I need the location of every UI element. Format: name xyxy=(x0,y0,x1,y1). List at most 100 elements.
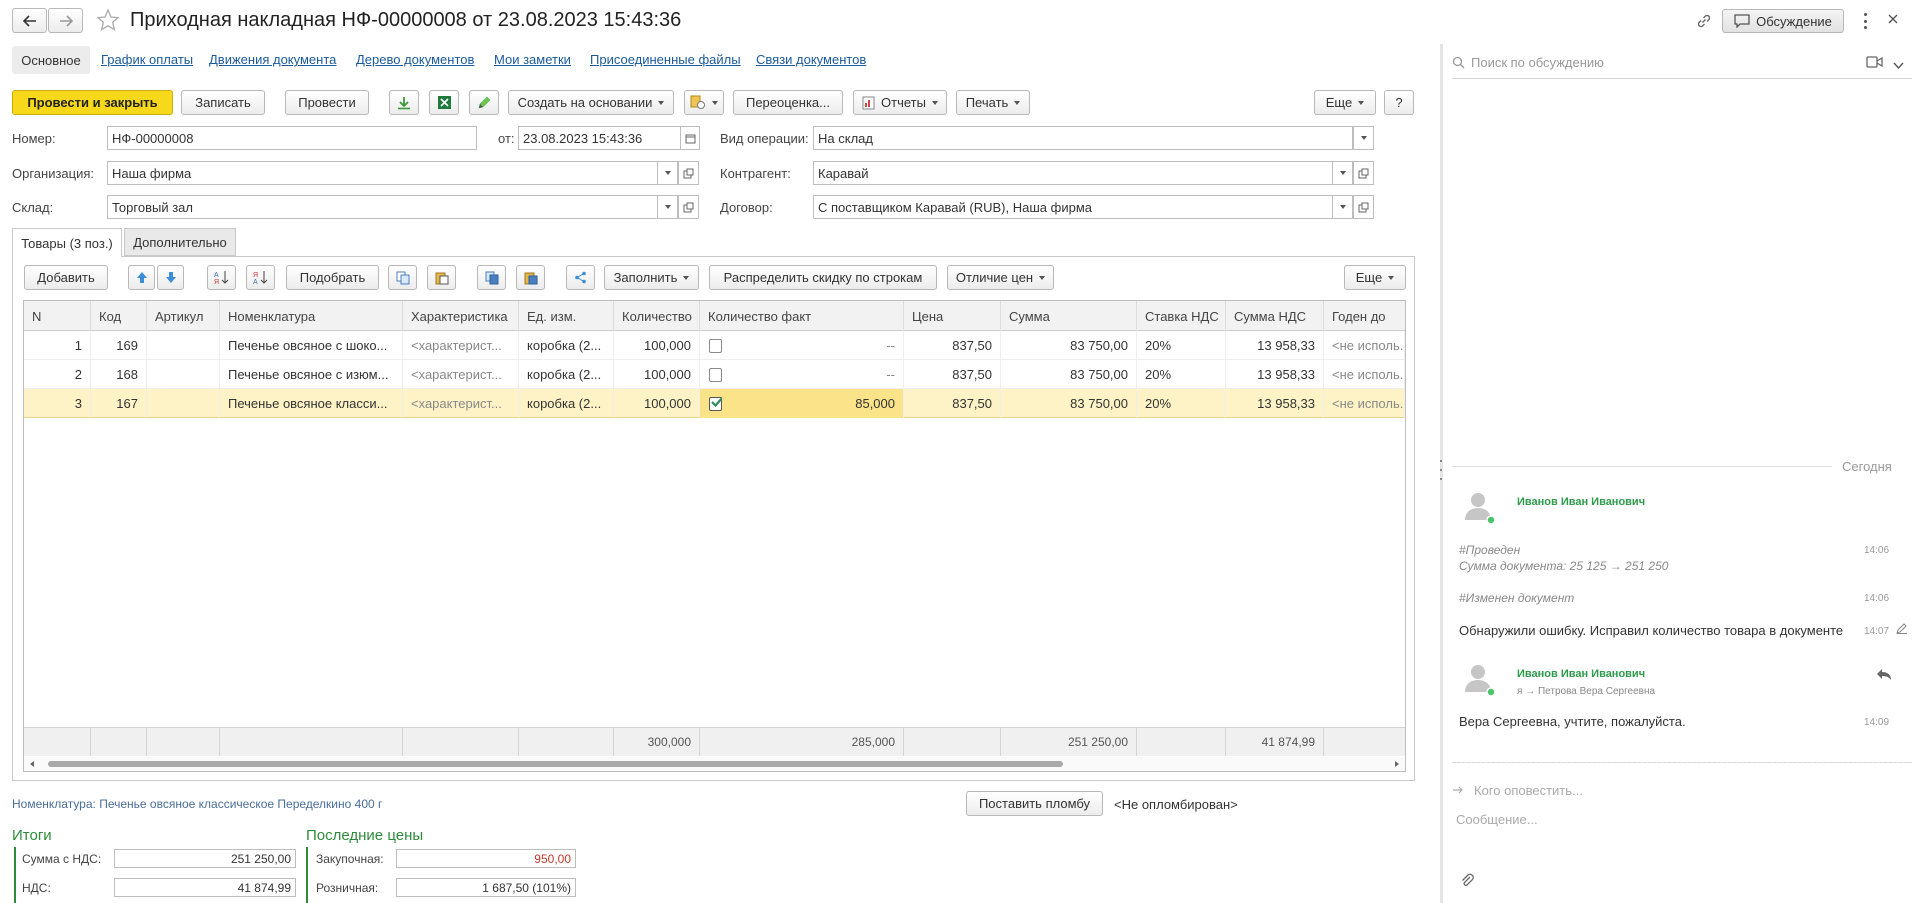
copy-icon xyxy=(396,271,409,284)
counterparty-open-button[interactable] xyxy=(1353,161,1374,185)
back-button[interactable] xyxy=(12,8,47,33)
col-header-expiry[interactable]: Годен до xyxy=(1324,301,1405,331)
fact-checkbox[interactable] xyxy=(709,338,722,353)
chevron-down-icon[interactable] xyxy=(1893,58,1904,73)
close-icon[interactable] xyxy=(1887,13,1899,28)
structure-button[interactable] xyxy=(684,90,724,115)
copy-button[interactable] xyxy=(388,265,417,290)
horizontal-scrollbar[interactable] xyxy=(24,757,1405,771)
print-button[interactable]: Печать xyxy=(956,90,1030,115)
post-button[interactable]: Провести xyxy=(285,90,369,115)
distribute-discount-button[interactable]: Распределить скидку по строкам xyxy=(709,265,937,290)
col-header-quantity[interactable]: Количество xyxy=(614,301,700,331)
warehouse-field[interactable]: Торговый зал xyxy=(107,195,659,219)
operation-dropdown-button[interactable] xyxy=(1353,126,1374,150)
col-header-sum[interactable]: Сумма xyxy=(1001,301,1137,331)
copy-rows-button[interactable] xyxy=(477,265,506,290)
reports-button[interactable]: Отчеты xyxy=(853,90,947,115)
discussion-search[interactable]: Поиск по обсуждению xyxy=(1452,52,1882,72)
cell-quantity-fact[interactable]: 85,000 xyxy=(722,389,904,418)
pick-button[interactable]: Подобрать xyxy=(286,265,379,290)
message-tag: #Изменен документ xyxy=(1459,591,1575,605)
message-author[interactable]: Иванов Иван Иванович xyxy=(1517,496,1645,508)
counterparty-dropdown-button[interactable] xyxy=(1332,161,1353,185)
message-input[interactable]: Сообщение... xyxy=(1456,812,1886,832)
fact-checkbox[interactable] xyxy=(709,367,722,382)
tab-document-movements[interactable]: Движения документа xyxy=(209,52,336,67)
fact-checkbox-checked[interactable] xyxy=(709,395,722,411)
message-author[interactable]: Иванов Иван Иванович xyxy=(1517,668,1645,680)
contract-open-button[interactable] xyxy=(1353,195,1374,219)
link-icon[interactable] xyxy=(1695,12,1713,33)
more-button[interactable]: Еще xyxy=(1314,90,1376,115)
counterparty-field[interactable]: Каравай xyxy=(813,161,1333,185)
org-field[interactable]: Наша фирма xyxy=(107,161,659,185)
create-based-on-button[interactable]: Создать на основании xyxy=(508,90,674,115)
date-field[interactable]: 23.08.2023 15:43:36 xyxy=(518,126,682,150)
col-header-article[interactable]: Артикул xyxy=(147,301,220,331)
move-up-button[interactable] xyxy=(128,265,155,290)
sort-asc-button[interactable]: AЯ xyxy=(207,265,236,290)
paste-button[interactable] xyxy=(427,265,456,290)
warehouse-dropdown-button[interactable] xyxy=(657,195,678,219)
tab-goods[interactable]: Товары (3 поз.) xyxy=(12,228,122,257)
help-button[interactable]: ? xyxy=(1384,90,1414,115)
download-button[interactable] xyxy=(389,90,419,115)
col-header-code[interactable]: Код xyxy=(91,301,147,331)
calendar-button[interactable] xyxy=(680,126,700,150)
col-header-nomenclature[interactable]: Номенклатура xyxy=(220,301,403,331)
save-button[interactable]: Записать xyxy=(181,90,265,115)
col-header-characteristic[interactable]: Характеристика xyxy=(403,301,519,331)
contract-field[interactable]: С поставщиком Каравай (RUB), Наша фирма xyxy=(813,195,1333,219)
col-header-price[interactable]: Цена xyxy=(904,301,1001,331)
edit-message-icon[interactable] xyxy=(1896,622,1908,637)
warehouse-open-button[interactable] xyxy=(678,195,699,219)
cell-vat-sum: 13 958,33 xyxy=(1226,389,1324,418)
video-call-icon[interactable] xyxy=(1866,56,1883,71)
nomenclature-info[interactable]: Номенклатура: Печенье овсяное классическ… xyxy=(12,797,382,811)
tab-additional[interactable]: Дополнительно xyxy=(124,228,236,256)
fill-button[interactable]: Заполнить xyxy=(604,265,699,290)
move-down-button[interactable] xyxy=(157,265,184,290)
sort-desc-button[interactable]: ЯA xyxy=(246,265,275,290)
post-and-close-button[interactable]: Провести и закрыть xyxy=(12,90,173,115)
contract-dropdown-button[interactable] xyxy=(1332,195,1353,219)
revaluation-button[interactable]: Переоценка... xyxy=(733,90,843,115)
org-open-button[interactable] xyxy=(678,161,699,185)
number-field[interactable]: НФ-00000008 xyxy=(107,126,477,150)
col-header-unit[interactable]: Ед. изм. xyxy=(519,301,614,331)
reply-icon[interactable] xyxy=(1876,668,1892,684)
panel-resize-handle[interactable] xyxy=(1438,460,1444,480)
notify-field[interactable]: Кого оповестить... xyxy=(1452,780,1882,800)
tab-payment-schedule[interactable]: График оплаты xyxy=(101,52,193,67)
cell-fact-checkbox-wrap xyxy=(700,360,722,389)
share-button[interactable] xyxy=(566,265,595,290)
col-header-quantity-fact[interactable]: Количество факт xyxy=(700,301,904,331)
scroll-thumb[interactable] xyxy=(48,761,1063,767)
tab-my-notes[interactable]: Мои заметки xyxy=(494,52,571,67)
discussion-button[interactable]: Обсуждение xyxy=(1722,9,1844,33)
create-based-on-label: Создать на основании xyxy=(517,95,653,110)
tab-document-links[interactable]: Связи документов xyxy=(756,52,866,67)
tab-document-tree[interactable]: Дерево документов xyxy=(356,52,474,67)
more-vertical-icon[interactable] xyxy=(1862,13,1868,29)
tab-attached-files[interactable]: Присоединенные файлы xyxy=(590,52,741,67)
org-dropdown-button[interactable] xyxy=(657,161,678,185)
price-diff-button[interactable]: Отличие цен xyxy=(947,265,1054,290)
col-header-n[interactable]: N xyxy=(24,301,91,331)
excel-button[interactable] xyxy=(429,90,459,115)
scroll-right-icon[interactable] xyxy=(1395,761,1399,767)
tab-main[interactable]: Основное xyxy=(12,46,90,74)
table-more-button[interactable]: Еще xyxy=(1344,265,1406,290)
operation-select[interactable]: На склад xyxy=(813,126,1353,150)
forward-button[interactable] xyxy=(48,8,83,33)
add-button[interactable]: Добавить xyxy=(24,265,108,290)
favorite-star-icon[interactable] xyxy=(96,8,120,35)
edit-button[interactable] xyxy=(469,90,499,115)
col-header-vat-sum[interactable]: Сумма НДС xyxy=(1226,301,1324,331)
paste-rows-button[interactable] xyxy=(516,265,545,290)
paperclip-icon[interactable] xyxy=(1459,872,1475,891)
set-seal-button[interactable]: Поставить пломбу xyxy=(966,791,1103,816)
col-header-vat-rate[interactable]: Ставка НДС xyxy=(1137,301,1226,331)
scroll-left-icon[interactable] xyxy=(30,761,34,767)
